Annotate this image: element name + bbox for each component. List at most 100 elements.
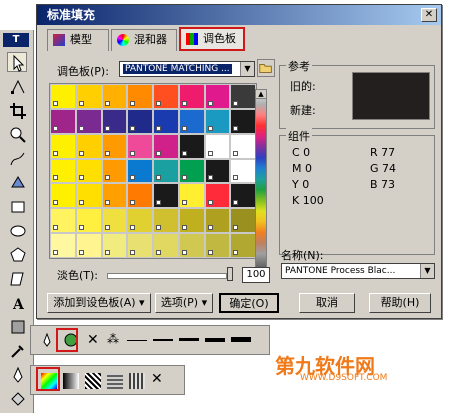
- palette-swatch[interactable]: [153, 84, 179, 109]
- ellipse-tool-icon[interactable]: [7, 220, 27, 240]
- tint-slider-thumb[interactable]: [227, 267, 233, 281]
- palette-swatch[interactable]: [178, 108, 205, 134]
- palette-swatch[interactable]: [230, 233, 256, 258]
- strip-up-arrow-icon[interactable]: ▲: [255, 89, 267, 99]
- palette-swatch[interactable]: [50, 108, 76, 134]
- palette-swatch[interactable]: [153, 133, 179, 159]
- pattern-fill-icon[interactable]: [85, 373, 101, 389]
- line-1-icon[interactable]: [153, 339, 173, 341]
- palette-swatch[interactable]: [153, 158, 179, 184]
- palette-swatch[interactable]: [127, 183, 153, 209]
- palette-swatch[interactable]: [127, 108, 153, 134]
- palette-swatch[interactable]: [204, 233, 231, 258]
- text-tool-icon[interactable]: A: [7, 292, 27, 313]
- hairline-icon[interactable]: ⁂: [107, 332, 121, 348]
- polygon-tool-icon[interactable]: [7, 244, 27, 264]
- palette-swatch[interactable]: [153, 208, 179, 234]
- palette-swatch[interactable]: [50, 84, 76, 109]
- no-outline-icon[interactable]: ✕: [87, 333, 101, 348]
- add-to-palette-button[interactable]: 添加到设色板(A) ▾: [47, 293, 151, 313]
- tint-slider[interactable]: [107, 273, 227, 279]
- line-2-icon[interactable]: [179, 338, 199, 341]
- palette-swatch[interactable]: [75, 233, 102, 258]
- palette-swatch[interactable]: [204, 208, 231, 234]
- palette-swatch[interactable]: [101, 84, 128, 109]
- texture-fill-icon[interactable]: [107, 373, 123, 389]
- close-button[interactable]: ✕: [421, 8, 437, 22]
- palette-swatch[interactable]: [178, 133, 205, 159]
- palette-swatch[interactable]: [127, 208, 153, 234]
- palette-swatch[interactable]: [230, 133, 256, 159]
- rectangle-tool-icon[interactable]: [7, 196, 27, 216]
- palette-swatch[interactable]: [127, 233, 153, 258]
- shape-tool-icon[interactable]: [7, 76, 27, 96]
- palette-swatch[interactable]: [178, 183, 205, 209]
- palette-swatch[interactable]: [50, 233, 76, 258]
- palette-swatch[interactable]: [230, 108, 256, 134]
- pen-icon[interactable]: [39, 332, 55, 348]
- basic-shapes-tool-icon[interactable]: [7, 268, 27, 288]
- options-button[interactable]: 选项(P) ▾: [155, 293, 213, 313]
- pick-tool-icon[interactable]: [7, 52, 27, 72]
- name-select[interactable]: PANTONE Process Blac... ▼: [281, 263, 435, 279]
- palette-swatch[interactable]: [127, 158, 153, 184]
- palette-swatch[interactable]: [50, 133, 76, 159]
- palette-swatch[interactable]: [204, 133, 231, 159]
- cancel-button[interactable]: 取消: [299, 293, 355, 313]
- no-fill-icon[interactable]: ✕: [151, 372, 165, 388]
- palette-swatch[interactable]: [101, 108, 128, 134]
- fountain-fill-icon[interactable]: [63, 373, 79, 389]
- palette-swatch[interactable]: [178, 233, 205, 258]
- palette-swatch[interactable]: [127, 133, 153, 159]
- palette-swatch[interactable]: [230, 84, 256, 109]
- tab-model[interactable]: 模型: [47, 29, 109, 51]
- palette-swatch[interactable]: [75, 108, 102, 134]
- tab-palette[interactable]: 调色板: [179, 27, 245, 51]
- palette-swatch[interactable]: [50, 183, 76, 209]
- palette-swatch[interactable]: [204, 183, 231, 209]
- palette-swatch[interactable]: [75, 84, 102, 109]
- palette-swatch[interactable]: [230, 183, 256, 209]
- palette-swatch[interactable]: [230, 208, 256, 234]
- help-button[interactable]: 帮助(H): [369, 293, 431, 313]
- palette-swatch[interactable]: [204, 84, 231, 109]
- palette-swatch[interactable]: [178, 208, 205, 234]
- palette-swatch[interactable]: [178, 84, 205, 109]
- open-palette-button[interactable]: [257, 59, 275, 77]
- palette-strip[interactable]: [255, 89, 267, 269]
- palette-swatch[interactable]: [204, 108, 231, 134]
- palette-select[interactable]: PANTONE MATCHING ... ▼: [119, 61, 255, 77]
- tint-input[interactable]: 100: [242, 267, 270, 283]
- palette-swatch[interactable]: [127, 84, 153, 109]
- palette-swatch[interactable]: [50, 208, 76, 234]
- zoom-tool-icon[interactable]: [7, 124, 27, 144]
- palette-swatch[interactable]: [101, 183, 128, 209]
- palette-swatch[interactable]: [101, 133, 128, 159]
- outline-tool-icon[interactable]: [7, 364, 27, 384]
- eyedropper-tool-icon[interactable]: [7, 340, 27, 360]
- smart-fill-tool-icon[interactable]: [7, 172, 27, 192]
- palette-swatch[interactable]: [230, 158, 256, 184]
- crop-tool-icon[interactable]: [7, 100, 27, 120]
- fill-tool-icon[interactable]: [7, 388, 27, 408]
- interactive-tool-icon[interactable]: [7, 316, 27, 336]
- ok-button[interactable]: 确定(O): [219, 293, 279, 313]
- palette-swatch[interactable]: [75, 158, 102, 184]
- line-4-icon[interactable]: [231, 337, 251, 342]
- palette-swatch[interactable]: [75, 183, 102, 209]
- palette-grid[interactable]: [49, 83, 257, 259]
- thin-line-icon[interactable]: [127, 340, 147, 341]
- palette-swatch[interactable]: [101, 208, 128, 234]
- palette-swatch[interactable]: [204, 158, 231, 184]
- palette-swatch[interactable]: [153, 233, 179, 258]
- line-3-icon[interactable]: [205, 338, 225, 342]
- tab-mixer[interactable]: 混和器: [111, 29, 177, 51]
- freehand-tool-icon[interactable]: [7, 148, 27, 168]
- palette-swatch[interactable]: [75, 208, 102, 234]
- postscript-fill-icon[interactable]: [129, 373, 145, 389]
- palette-swatch[interactable]: [75, 133, 102, 159]
- palette-swatch[interactable]: [50, 158, 76, 184]
- palette-swatch[interactable]: [101, 158, 128, 184]
- palette-swatch[interactable]: [153, 108, 179, 134]
- palette-swatch[interactable]: [178, 158, 205, 184]
